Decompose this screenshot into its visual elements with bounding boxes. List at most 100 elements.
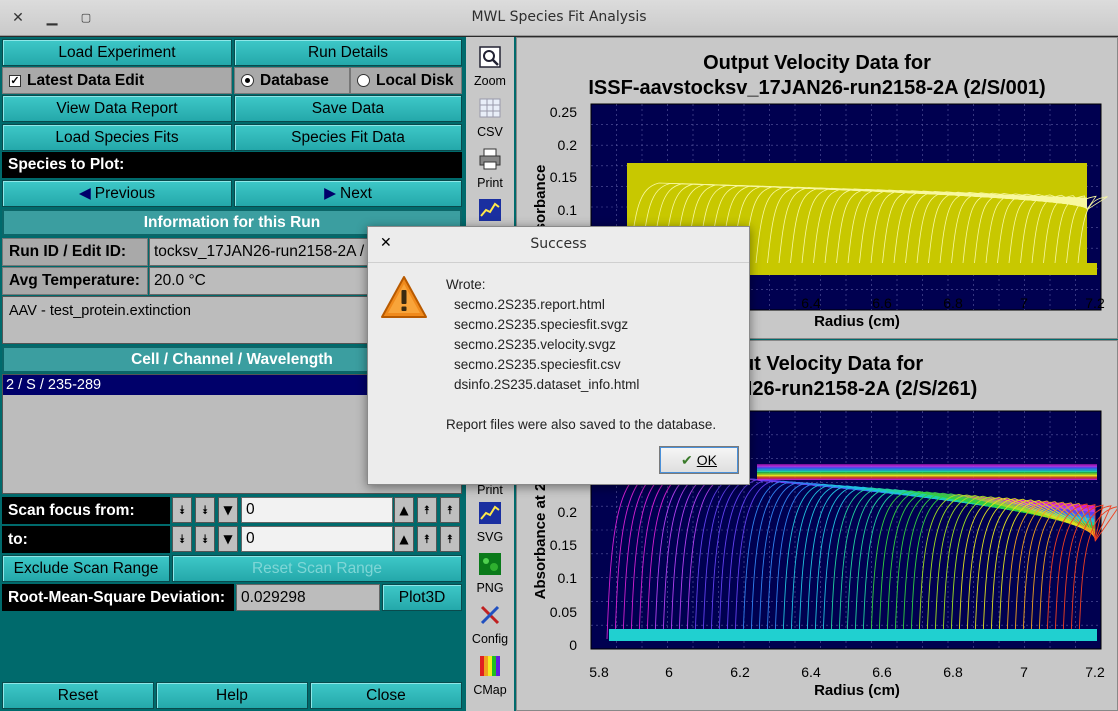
latest-data-edit-label: Latest Data Edit: [27, 71, 145, 89]
print-tool-2[interactable]: Print: [466, 483, 514, 497]
dialog-title: Success: [530, 236, 587, 252]
dialog-header: ✕ Success: [368, 227, 749, 263]
scan-from-input[interactable]: 0: [241, 497, 393, 523]
plot2-xtick: 7: [1020, 664, 1028, 680]
species-to-plot-label: Species to Plot:: [2, 152, 462, 178]
svg-icon: [479, 199, 501, 221]
to-label: to:: [2, 526, 170, 553]
colormap-icon: [480, 656, 500, 676]
next-label: Next: [340, 184, 372, 202]
scan-to-input[interactable]: 0: [241, 526, 393, 552]
plot2-xtick: 6.6: [872, 664, 892, 680]
ok-label: OK: [696, 452, 717, 468]
exclude-scan-range-button[interactable]: Exclude Scan Range: [2, 555, 170, 582]
decrement-double-icon[interactable]: ⯯: [195, 497, 215, 523]
plot2-ytick: 0.1: [558, 570, 578, 586]
reset-scan-range-button[interactable]: Reset Scan Range: [172, 555, 462, 582]
file-item: secmo.2S235.report.html: [454, 297, 605, 312]
help-button[interactable]: Help: [156, 682, 308, 709]
plot1-xlabel: Radius (cm): [814, 313, 900, 330]
printer-icon: [479, 148, 501, 170]
plot2-xtick: 7.2: [1085, 664, 1105, 680]
print-label: Print: [477, 176, 503, 190]
avg-temperature-label: Avg Temperature:: [2, 267, 148, 295]
fast-decrement-icon[interactable]: ⯯: [172, 497, 192, 523]
svg-tool[interactable]: SVG: [466, 501, 514, 544]
ok-check-icon: ✔: [681, 451, 693, 468]
plot3d-button[interactable]: Plot3D: [382, 584, 462, 611]
plot2-xtick: 6: [665, 664, 673, 680]
increment-double-icon[interactable]: ⯭: [417, 526, 437, 552]
load-species-fits-button[interactable]: Load Species Fits: [2, 124, 232, 151]
latest-data-edit-checkbox[interactable]: ✓ Latest Data Edit: [2, 67, 232, 94]
run-details-button[interactable]: Run Details: [234, 39, 462, 66]
arrow-right-icon: ▶: [324, 185, 337, 202]
previous-button[interactable]: ◀ Previous: [2, 180, 232, 207]
zoom-tool[interactable]: Zoom: [466, 45, 514, 88]
close-button[interactable]: Close: [310, 682, 462, 709]
local-disk-radio[interactable]: Local Disk: [350, 67, 462, 94]
cmap-label: CMap: [473, 683, 507, 697]
load-experiment-button[interactable]: Load Experiment: [2, 39, 232, 66]
arrow-left-icon: ◀: [78, 185, 91, 202]
plot2-xtick: 6.8: [943, 664, 963, 680]
run-id-label: Run ID / Edit ID:: [2, 238, 148, 266]
window-title: MWL Species Fit Analysis: [471, 9, 647, 25]
warning-icon: [381, 276, 427, 318]
zoom-icon: [479, 46, 501, 68]
decrement-icon[interactable]: ▼: [218, 526, 238, 552]
plot1-ytick: 0.1: [558, 202, 578, 218]
csv-label: CSV: [477, 125, 503, 139]
increment-icon[interactable]: ▲: [394, 497, 414, 523]
rmsd-field[interactable]: 0.029298: [236, 584, 380, 611]
plot1-xtick: 6.6: [872, 295, 892, 311]
config-tool[interactable]: Config: [466, 603, 514, 646]
wrote-label: Wrote:: [446, 277, 486, 292]
plot1-xtick: 6.4: [801, 295, 821, 311]
database-radio[interactable]: Database: [234, 67, 350, 94]
view-data-report-button[interactable]: View Data Report: [2, 95, 232, 122]
csv-icon: [479, 98, 501, 118]
rmsd-label: Root-Mean-Square Deviation:: [2, 584, 234, 611]
species-fit-data-button[interactable]: Species Fit Data: [234, 124, 462, 151]
svg-icon: [479, 502, 501, 524]
fast-decrement-icon[interactable]: ⯯: [172, 526, 192, 552]
plot1-ytick: 0.15: [550, 169, 577, 185]
print-tool[interactable]: Print: [466, 147, 514, 190]
plot2-ylabel: Absorbance at 2: [532, 483, 549, 600]
reset-button[interactable]: Reset: [2, 682, 154, 709]
save-data-button[interactable]: Save Data: [234, 95, 462, 122]
decrement-icon[interactable]: ▼: [218, 497, 238, 523]
file-item: dsinfo.2S235.dataset_info.html: [454, 377, 640, 392]
file-item: secmo.2S235.speciesfit.csv: [454, 357, 621, 372]
local-disk-label: Local Disk: [376, 71, 454, 89]
plot2-xtick: 6.4: [801, 664, 821, 680]
cmap-tool[interactable]: CMap: [466, 654, 514, 697]
ok-button[interactable]: ✔ OK: [659, 446, 739, 474]
zoom-label: Zoom: [474, 74, 506, 88]
plot1-xtick: 6.8: [943, 295, 963, 311]
increment-double-icon[interactable]: ⯭: [417, 497, 437, 523]
previous-label: Previous: [94, 184, 156, 202]
svg-tool-top[interactable]: [466, 198, 514, 227]
csv-tool[interactable]: CSV: [466, 96, 514, 139]
plot2-xtick: 5.8: [589, 664, 609, 680]
scan-focus-from-label: Scan focus from:: [2, 497, 170, 524]
baseline-band: [609, 629, 1097, 641]
database-label: Database: [260, 71, 329, 89]
fast-increment-icon[interactable]: ⯭: [440, 497, 460, 523]
plot1-xtick: 7: [1020, 295, 1028, 311]
decrement-double-icon[interactable]: ⯯: [195, 526, 215, 552]
increment-icon[interactable]: ▲: [394, 526, 414, 552]
plot2-ytick: 0.2: [558, 504, 578, 520]
fast-increment-icon[interactable]: ⯭: [440, 526, 460, 552]
plot2-ytick: 0.15: [550, 537, 577, 553]
plot1-ytick: 0.2: [558, 137, 578, 153]
config-label: Config: [471, 632, 509, 646]
dialog-note: Report files were also saved to the data…: [446, 417, 717, 432]
png-label: PNG: [476, 581, 504, 595]
radio-unselected-icon: [357, 74, 370, 87]
next-button[interactable]: ▶ Next: [234, 180, 462, 207]
png-tool[interactable]: PNG: [466, 552, 514, 595]
success-dialog: ✕ Success Wrote: secmo.2S235.report.html…: [367, 226, 750, 485]
